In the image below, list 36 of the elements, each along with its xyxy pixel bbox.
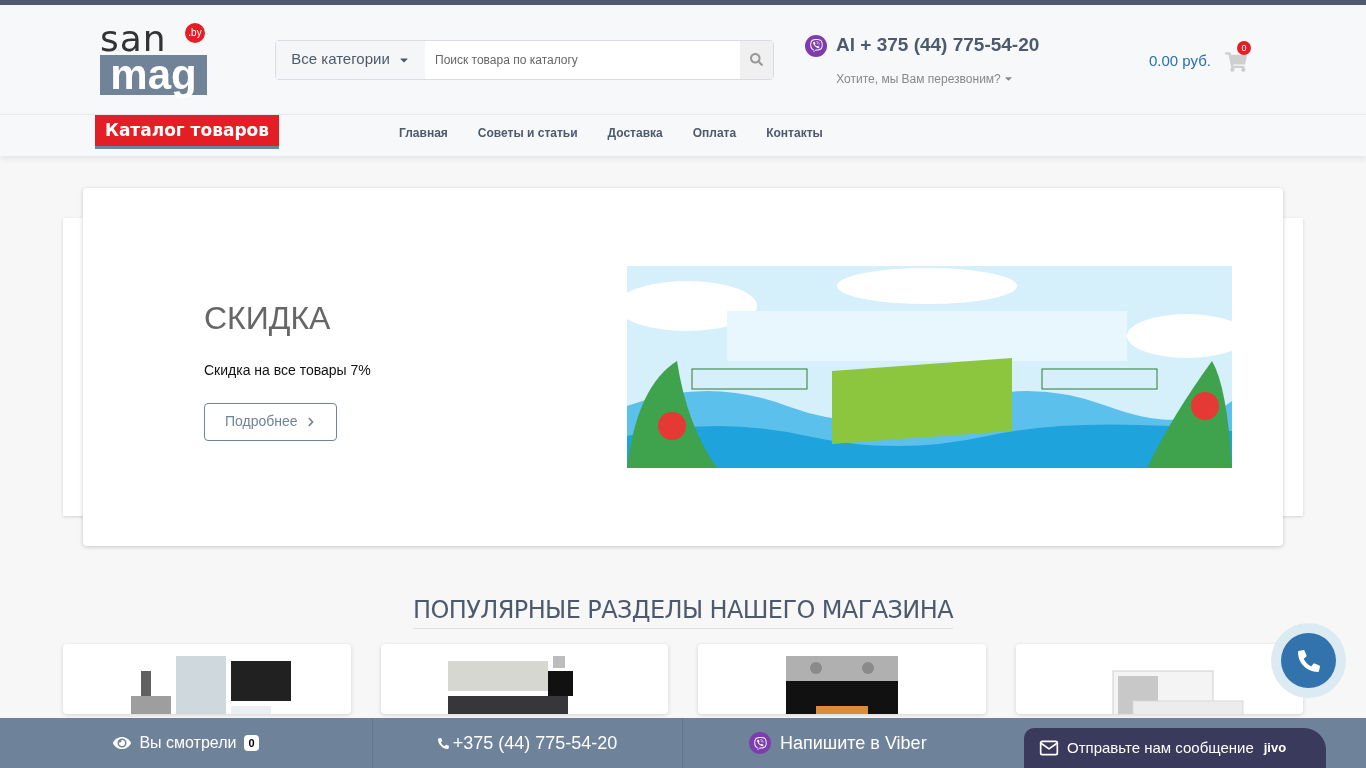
chevron-icon bbox=[305, 416, 316, 427]
cart-total[interactable]: 0.00 руб. bbox=[1149, 50, 1211, 73]
nav-link[interactable]: Доставка bbox=[607, 124, 663, 142]
category-card[interactable] bbox=[698, 644, 986, 714]
logo-text: san bbox=[100, 24, 167, 53]
nav-link[interactable]: Оплата bbox=[692, 124, 737, 142]
eye-icon bbox=[113, 734, 132, 752]
section-title: ПОПУЛЯРНЫЕ РАЗДЕЛЫ НАШЕГО МАГАЗИНА bbox=[413, 592, 953, 629]
viber-button[interactable]: Напишите в Viber bbox=[749, 718, 927, 768]
category-card[interactable] bbox=[63, 644, 351, 714]
cart-icon[interactable] bbox=[1224, 50, 1247, 73]
viewed-count: 0 bbox=[244, 734, 259, 752]
viber-icon bbox=[749, 732, 771, 754]
more-button[interactable]: Подробнее bbox=[204, 402, 337, 441]
catalog-button[interactable]: Каталог товаров bbox=[95, 115, 279, 149]
phone-icon bbox=[437, 737, 449, 749]
viber-icon bbox=[805, 34, 827, 57]
viewed-button[interactable]: Вы смотрели 0 bbox=[0, 718, 373, 768]
cart-count: 0 bbox=[1236, 40, 1251, 55]
phone-button[interactable]: +375 (44) 775-54-20 bbox=[373, 718, 683, 768]
callback-link[interactable]: Хотите, мы Вам перезвоним? bbox=[836, 69, 1014, 88]
nav-link[interactable]: Главная bbox=[399, 124, 448, 142]
logo-badge: .by bbox=[185, 22, 205, 43]
phone-icon bbox=[1297, 649, 1320, 672]
chat-brand: jivo bbox=[1263, 739, 1287, 758]
phone-number[interactable]: Al + 375 (44) 775-54-20 bbox=[836, 31, 1040, 60]
promo-text: Скидка на все товары 7% bbox=[204, 360, 371, 380]
category-card[interactable] bbox=[380, 644, 668, 714]
search-field[interactable]: Поиск товара по каталогу bbox=[425, 40, 740, 79]
mail-icon bbox=[1039, 738, 1059, 758]
promo-title: СКИДКА bbox=[204, 298, 331, 338]
chat-widget[interactable]: Отправьте нам сообщение jivo bbox=[1024, 728, 1326, 768]
search-icon bbox=[750, 53, 763, 66]
nav-link[interactable]: Советы и статьи bbox=[477, 124, 578, 142]
nav-link[interactable]: Контакты bbox=[766, 124, 823, 142]
call-button[interactable] bbox=[1281, 633, 1336, 688]
